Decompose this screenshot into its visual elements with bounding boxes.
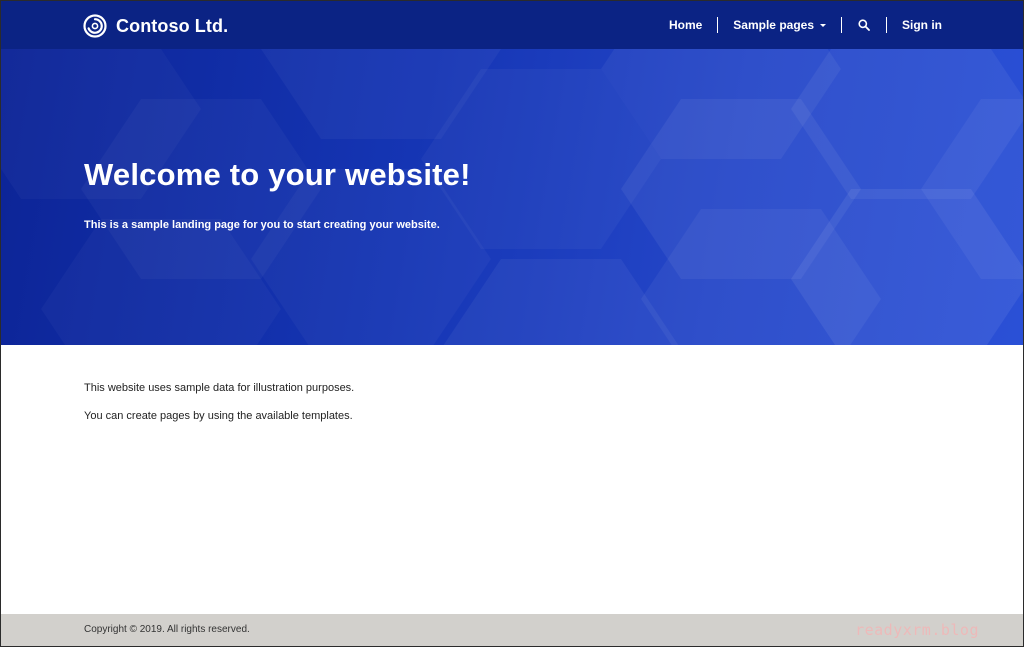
nav-divider bbox=[841, 17, 842, 33]
nav-sign-in-link[interactable]: Sign in bbox=[902, 18, 942, 32]
contoso-logo-icon bbox=[83, 14, 107, 38]
hexagon-pattern-background bbox=[261, 49, 1023, 345]
nav-home-link[interactable]: Home bbox=[669, 18, 702, 32]
search-icon bbox=[858, 19, 870, 31]
nav-divider bbox=[886, 17, 887, 33]
site-header: Contoso Ltd. Home Sample pages Sign in bbox=[1, 1, 1023, 49]
hero-title: Welcome to your website! bbox=[84, 157, 471, 192]
hero-banner: Welcome to your website! This is a sampl… bbox=[1, 49, 1023, 345]
watermark-text: readyxrm.blog bbox=[855, 621, 979, 639]
nav-sample-pages-label: Sample pages bbox=[733, 18, 814, 32]
nav-sample-pages-dropdown[interactable]: Sample pages bbox=[733, 18, 826, 32]
search-button[interactable] bbox=[857, 19, 871, 31]
caret-down-icon bbox=[820, 24, 826, 27]
copyright-text: Copyright © 2019. All rights reserved. bbox=[84, 624, 250, 635]
main-nav: Home Sample pages Sign in bbox=[669, 15, 942, 35]
browser-page: Contoso Ltd. Home Sample pages Sign in W… bbox=[0, 0, 1024, 647]
nav-divider bbox=[717, 17, 719, 33]
brand-name: Contoso Ltd. bbox=[116, 15, 229, 36]
main-content: This website uses sample data for illust… bbox=[84, 381, 354, 437]
content-paragraph: This website uses sample data for illust… bbox=[84, 382, 355, 394]
brand-home-link[interactable]: Contoso Ltd. bbox=[83, 13, 228, 39]
hero-subtitle: This is a sample landing page for you to… bbox=[84, 219, 440, 231]
content-paragraph: You can create pages by using the availa… bbox=[84, 410, 353, 422]
site-footer: Copyright © 2019. All rights reserved. r… bbox=[1, 614, 1023, 646]
